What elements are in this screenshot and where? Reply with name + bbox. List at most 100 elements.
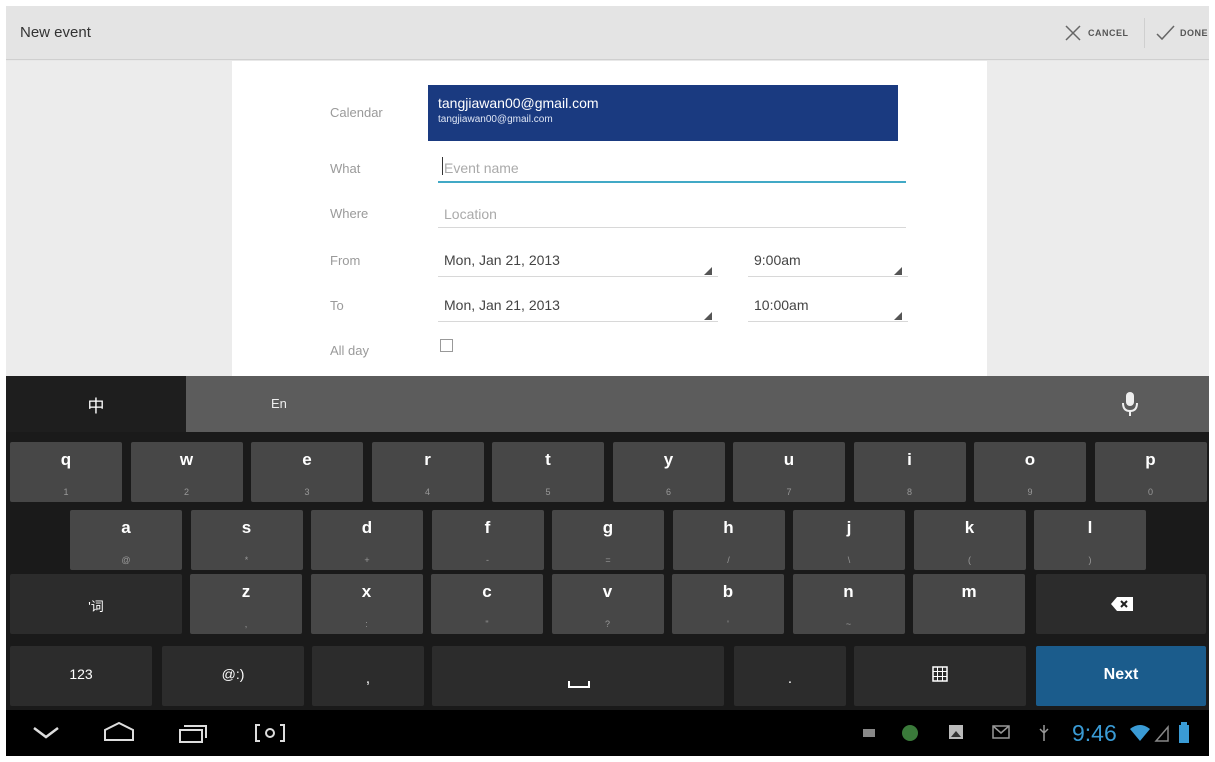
key-sublabel: 8 <box>906 487 912 497</box>
key-s[interactable]: s * <box>190 510 303 570</box>
event-name-input[interactable]: Event name <box>444 160 519 176</box>
hide-keyboard-icon[interactable] <box>32 726 60 740</box>
period-key-label: . <box>787 670 793 687</box>
key-label: j <box>846 518 852 537</box>
key-sublabel: - <box>486 555 489 565</box>
done-button[interactable]: DONE <box>1154 18 1208 48</box>
key-sublabel: = <box>605 555 611 565</box>
key-label: v <box>602 582 613 601</box>
key-sublabel: ( <box>968 555 971 565</box>
space-icon <box>568 681 590 688</box>
key-n[interactable]: n ~ <box>792 574 905 634</box>
key-v[interactable]: v? <box>551 574 664 634</box>
key-f[interactable]: f- <box>431 510 544 570</box>
next-key-label: Next <box>1103 666 1139 683</box>
android-screen: New event CANCEL DONE Calendar tangjiawa… <box>6 6 1209 756</box>
screenshot-icon[interactable] <box>252 722 288 744</box>
key-d[interactable]: d + <box>311 510 423 570</box>
key-label: u <box>783 450 795 469</box>
gallery-notification-icon <box>949 725 963 739</box>
tab-chinese[interactable]: 中 <box>6 376 186 432</box>
comma-key-label: , <box>365 670 371 687</box>
key-i[interactable]: i8 <box>853 442 966 502</box>
key-l[interactable]: l) <box>1034 510 1146 570</box>
from-date-dropdown[interactable]: Mon, Jan 21, 2013 <box>444 252 560 268</box>
action-bar: New event CANCEL DONE <box>6 6 1209 60</box>
key-z[interactable]: z, <box>190 574 302 634</box>
key-j[interactable]: j \ <box>793 510 905 570</box>
space-key[interactable] <box>432 646 724 706</box>
from-label: From <box>330 253 361 268</box>
key-q[interactable]: q1 <box>10 442 122 502</box>
key-sublabel: / <box>727 555 730 565</box>
location-underline <box>438 227 906 228</box>
to-time-underline <box>748 321 908 322</box>
to-date-dropdown[interactable]: Mon, Jan 21, 2013 <box>444 297 560 313</box>
key-label: l <box>1087 518 1093 537</box>
key-sublabel: 1 <box>63 487 69 497</box>
close-icon <box>1065 25 1081 41</box>
calendar-label: Calendar <box>330 105 383 120</box>
home-icon[interactable] <box>102 720 136 744</box>
key-b[interactable]: b ' <box>672 574 784 634</box>
recent-apps-icon[interactable] <box>178 722 208 744</box>
signal-icon <box>1154 724 1169 742</box>
key-k[interactable]: k( <box>913 510 1026 570</box>
emoji-key[interactable]: @:) <box>162 646 304 706</box>
location-input[interactable]: Location <box>444 206 497 222</box>
from-time-dropdown[interactable]: 9:00am <box>754 252 801 268</box>
key-label: p <box>1145 450 1156 469</box>
key-w[interactable]: w2 <box>130 442 243 502</box>
key-sublabel: 4 <box>424 487 430 497</box>
key-e[interactable]: e3 <box>251 442 363 502</box>
key-sublabel: \ <box>847 555 851 565</box>
tab-english[interactable]: En <box>271 396 287 411</box>
key-y[interactable]: y6 <box>612 442 725 502</box>
key-sublabel: " <box>485 619 489 629</box>
key-sublabel: + <box>364 555 370 565</box>
allday-checkbox[interactable] <box>440 339 453 352</box>
key-o[interactable]: o9 <box>974 442 1086 502</box>
key-h[interactable]: h / <box>672 510 785 570</box>
layout-key[interactable] <box>854 646 1026 706</box>
key-label: e <box>302 450 312 469</box>
dropdown-arrow-icon <box>704 267 712 275</box>
key-label: a <box>121 518 131 537</box>
key-sublabel: ~ <box>845 619 852 629</box>
key-g[interactable]: g = <box>552 510 664 570</box>
key-label: r <box>424 450 431 469</box>
key-m[interactable]: m <box>913 574 1025 634</box>
key-sublabel: 5 <box>545 487 551 497</box>
comma-key[interactable]: , <box>312 646 424 706</box>
key-c[interactable]: c " <box>431 574 543 634</box>
key-r[interactable]: r4 <box>371 442 484 502</box>
key-sublabel: @ <box>121 555 131 565</box>
key-label: y <box>663 450 674 469</box>
next-key[interactable]: Next <box>1036 646 1206 706</box>
key-label: h <box>723 518 734 537</box>
numbers-key[interactable]: 123 <box>10 646 152 706</box>
key-sublabel: 9 <box>1027 487 1033 497</box>
done-label: DONE <box>1180 28 1209 38</box>
to-time-dropdown[interactable]: 10:00am <box>754 297 808 313</box>
allday-label: All day <box>330 343 370 358</box>
key-label: z <box>241 582 251 601</box>
backspace-icon <box>1111 597 1133 611</box>
microphone-icon[interactable] <box>1118 390 1142 418</box>
key-x[interactable]: x: <box>310 574 423 634</box>
calendar-account-sub: tangjiawan00@gmail.com <box>438 114 553 125</box>
android-notification-icon <box>902 725 918 741</box>
shift-key[interactable]: '词 <box>10 574 182 634</box>
key-t[interactable]: t5 <box>492 442 604 502</box>
cancel-button[interactable]: CANCEL <box>1062 18 1129 48</box>
calendar-selector[interactable]: tangjiawan00@gmail.com tangjiawan00@gmai… <box>428 85 898 141</box>
key-u[interactable]: u7 <box>733 442 845 502</box>
key-sublabel: , <box>244 619 248 629</box>
wifi-icon <box>1130 725 1150 741</box>
period-key[interactable]: . <box>734 646 846 706</box>
key-p[interactable]: p0 <box>1094 442 1207 502</box>
usb-icon <box>1039 725 1049 741</box>
key-a[interactable]: a @ <box>70 510 182 570</box>
backspace-key[interactable] <box>1036 574 1206 634</box>
key-sublabel: ? <box>604 619 610 629</box>
